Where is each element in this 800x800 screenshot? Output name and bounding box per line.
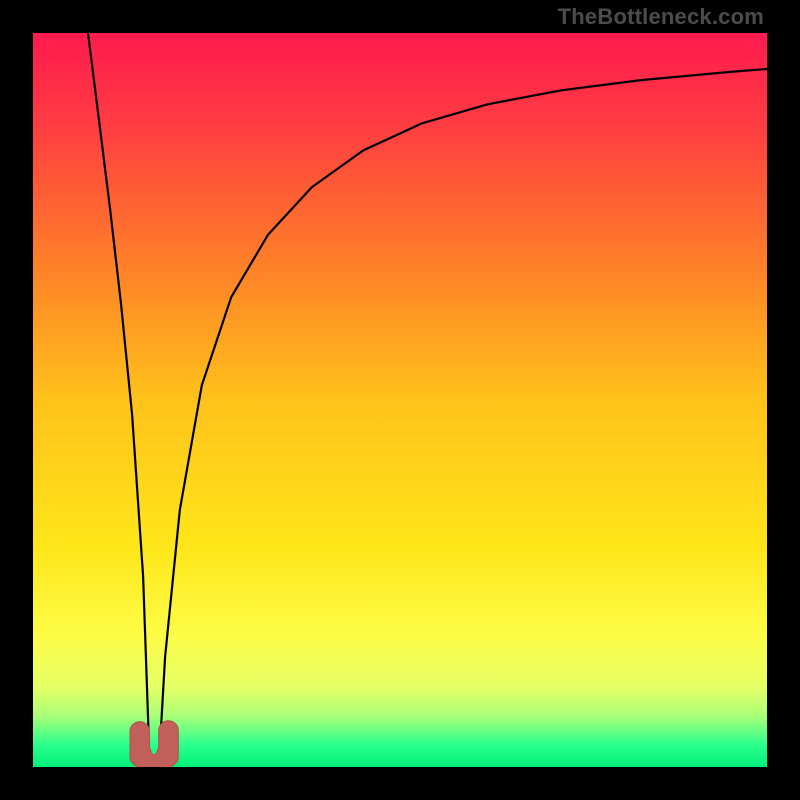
chart-background bbox=[33, 33, 767, 767]
chart-frame: TheBottleneck.com bbox=[0, 0, 800, 800]
chart-svg bbox=[33, 33, 767, 767]
chart-plot-area bbox=[33, 33, 767, 767]
watermark-label: TheBottleneck.com bbox=[558, 4, 764, 30]
